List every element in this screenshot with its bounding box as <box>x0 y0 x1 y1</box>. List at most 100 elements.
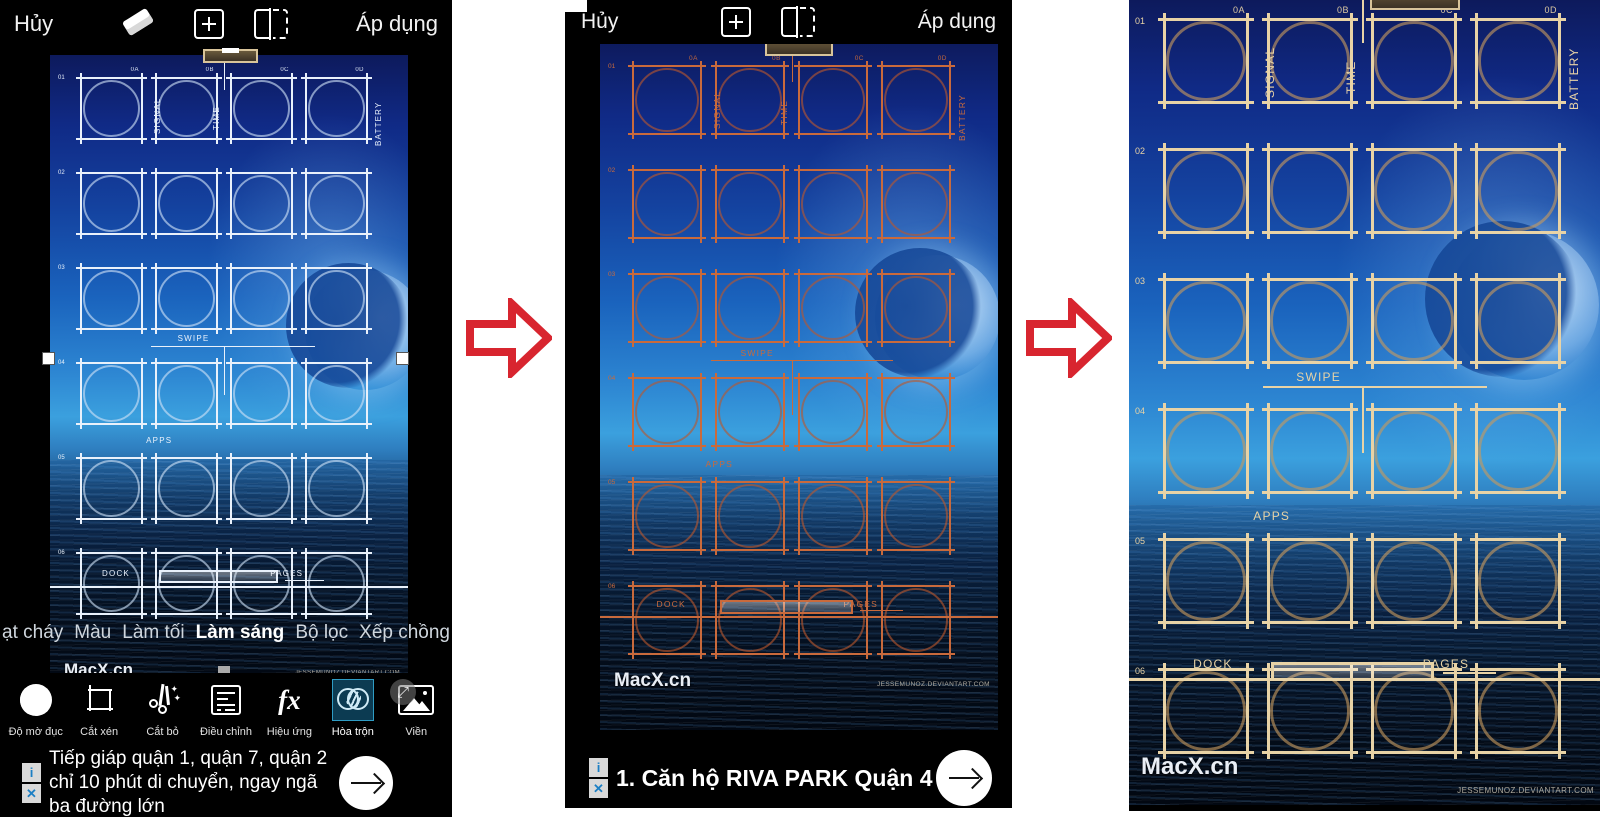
blend-mode-overlay[interactable]: Xếp chồng <box>359 622 450 644</box>
wallpaper-row-id: 02 <box>608 167 616 174</box>
arrow-right-step-1 <box>466 298 552 378</box>
wallpaper-grid-cell <box>301 168 372 239</box>
dock-progress-bar <box>1270 662 1434 682</box>
annot-battery: BATTERY <box>1567 47 1581 110</box>
wallpaper-row-id: 02 <box>58 170 65 176</box>
eraser-icon[interactable] <box>121 7 156 37</box>
wallpaper-grid-cell <box>710 164 790 244</box>
wallpaper-grid-cell <box>1261 142 1359 240</box>
annot-signal: SIGNAL <box>712 90 723 129</box>
wallpaper-grid-cell <box>710 476 790 556</box>
selection-handle-left[interactable] <box>42 352 55 365</box>
apply-button[interactable]: Áp dụng <box>918 10 996 34</box>
wallpaper-col-id: 0A <box>689 54 698 62</box>
wallpaper-row-id: 06 <box>58 550 65 556</box>
wallpaper-col-id: 0A <box>1232 5 1245 15</box>
annot-swipe-down-arrow <box>224 346 225 396</box>
cancel-button[interactable]: Hủy <box>14 11 53 37</box>
wallpaper-grid-cell <box>710 372 790 452</box>
tool-label: Viền <box>405 726 428 738</box>
ad-info-icon[interactable]: i <box>22 763 41 782</box>
dock-progress-bar <box>158 570 279 583</box>
dock-baseline <box>50 586 408 588</box>
wallpaper-grid-cell <box>876 580 956 660</box>
ad-close-icon[interactable]: ✕ <box>589 779 608 798</box>
wallpaper-row-id: 06 <box>608 583 616 590</box>
blend-mode-darken[interactable]: Làm tối <box>122 622 184 644</box>
blend-icon <box>331 679 374 721</box>
wallpaper-grid-cell <box>1365 402 1463 500</box>
ad-close-icon[interactable]: ✕ <box>22 784 41 803</box>
wallpaper-grid-cell <box>1261 272 1359 370</box>
panel-gap-1 <box>452 0 565 817</box>
ad-badges: i ✕ <box>589 758 608 798</box>
ad-text: 1. Căn hộ RIVA PARK Quận 4 <box>616 765 933 791</box>
crop-icon <box>78 679 120 721</box>
effects-icon: fx <box>278 684 301 715</box>
blend-mode-lighten[interactable]: Làm sáng <box>196 622 285 644</box>
ad-info-icon[interactable]: i <box>589 758 608 777</box>
tool-label: Độ mờ đục <box>8 726 63 738</box>
annot-dock: DOCK <box>102 569 130 578</box>
tool-label: Hiệu ứng <box>266 726 313 738</box>
wallpaper-row-id: 04 <box>1135 406 1146 416</box>
wallpaper-grid-cell <box>1261 532 1359 630</box>
wallpaper-row-id: 01 <box>58 75 65 81</box>
watermark-macx: MacX.cn <box>614 670 692 691</box>
wallpaper-grid-cell: 0B <box>710 55 790 140</box>
resize-icon[interactable]: ⤢ <box>390 679 416 705</box>
apply-button[interactable]: Áp dụng <box>356 11 438 37</box>
tool-crop[interactable]: Cắt xén <box>67 679 130 738</box>
ad-banner-1[interactable]: i ✕ Tiếp giáp quận 1, quận 7, quận 2 chỉ… <box>0 748 452 817</box>
tool-adjust[interactable]: Điều chỉnh <box>194 679 257 738</box>
blend-mode-color[interactable]: Màu <box>74 622 111 644</box>
opacity-icon <box>15 679 57 721</box>
wallpaper-grid-cell <box>1157 142 1255 240</box>
wallpaper-grid-cell: 0D <box>876 55 956 140</box>
cancel-button[interactable]: Hủy <box>581 10 618 34</box>
ad-badges: i ✕ <box>22 763 41 803</box>
wallpaper-grid-cell <box>1157 272 1255 370</box>
split-view-icon[interactable] <box>781 6 816 38</box>
add-layer-icon[interactable] <box>721 7 752 37</box>
split-view-icon[interactable] <box>253 8 288 40</box>
wallpaper-grid-cell <box>876 268 956 348</box>
annot-battery: BATTERY <box>957 94 967 141</box>
add-layer-icon[interactable] <box>193 9 224 39</box>
wallpaper-col-id: 0D <box>1544 5 1557 15</box>
wallpaper-grid-cell: 0A <box>1157 5 1255 110</box>
annot-apps: APPS <box>146 436 173 446</box>
blend-mode-filter[interactable]: Bộ lọc <box>295 622 348 644</box>
blend-mode-burn[interactable]: ạt cháy <box>2 622 63 644</box>
tool-label: Điều chỉnh <box>199 726 252 738</box>
ad-cta-button[interactable] <box>936 750 992 806</box>
editor-topbar-1: Hủy Áp dụng <box>0 0 452 48</box>
ad-banner-2[interactable]: i ✕ 1. Căn hộ RIVA PARK Quận 4 <box>565 747 1012 809</box>
wallpaper-grid-cell: 0A <box>76 67 147 144</box>
tool-opacity[interactable]: Độ mờ đục <box>4 679 67 738</box>
annot-pages-arrow <box>284 580 324 581</box>
wallpaper-canvas-3[interactable]: 0A 0B 0C 0D 01 02 03 04 05 06 SIGNAL TIME BATTERY SWI… <box>1129 0 1600 805</box>
annot-swipe-down-arrow <box>791 360 793 415</box>
wallpaper-grid-cell: 0D <box>301 67 372 144</box>
tool-blend[interactable]: Hòa trộn <box>321 679 384 738</box>
wallpaper-grid-cell: 0B <box>1261 5 1359 110</box>
annot-swipe-arrow <box>711 360 893 361</box>
selection-handle-right[interactable] <box>396 352 409 365</box>
wallpaper-grid-cell: 0C <box>793 55 873 140</box>
wallpaper-canvas-1[interactable]: 0A 0B 0C 0D 01 02 03 04 05 06 SIGNAL TIME BATTERY SWI… <box>50 55 408 690</box>
annot-signal: SIGNAL <box>1263 46 1278 98</box>
ad-cta-button[interactable] <box>339 756 393 810</box>
screenshot-root: Hủy Áp dụng 0A 0B 0C 0D 01 02 03 04 05 06 SIGNAL TI… <box>0 0 1600 817</box>
tool-effects[interactable]: fx Hiệu ứng <box>258 679 321 738</box>
wallpaper-grid-cell <box>627 372 707 452</box>
wallpaper-grid-cell <box>226 548 297 619</box>
annot-swipe-arrow <box>1263 386 1487 388</box>
wallpaper-grid-cell <box>876 476 956 556</box>
tool-cutout[interactable]: ✦ ✦ Cắt bỏ <box>131 679 194 738</box>
blend-mode-strip[interactable]: ạt cháy Màu Làm tối Làm sáng Bộ lọc Xếp … <box>0 620 452 646</box>
wallpaper-grid-cell <box>76 168 147 239</box>
wallpaper-grid-cell <box>301 548 372 619</box>
wallpaper-canvas-2[interactable]: 0A 0B 0C 0D 01 02 03 04 05 06 SIGNAL TIME BATTERY SWI… <box>600 40 998 730</box>
wallpaper-grid-cell <box>301 263 372 334</box>
